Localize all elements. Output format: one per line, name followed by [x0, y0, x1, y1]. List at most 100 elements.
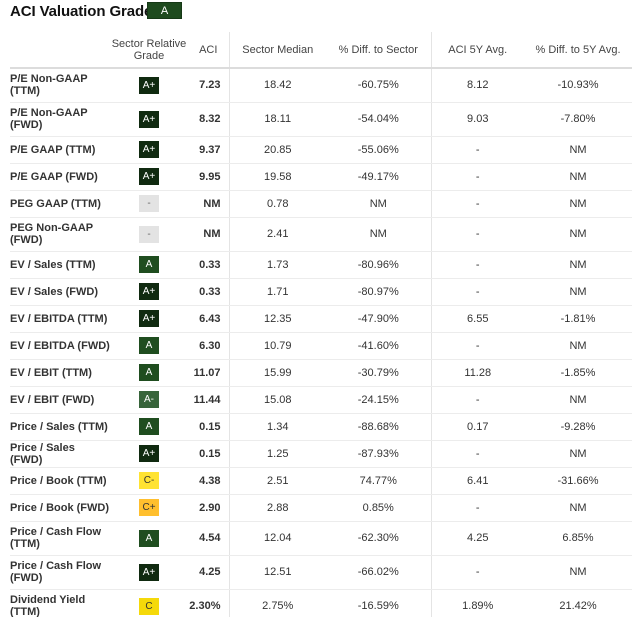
grade-cell: C — [110, 589, 188, 617]
column-header-diff-to-5y-avg: % Diff. to 5Y Avg. — [524, 32, 632, 69]
sector-median-value: 2.51 — [229, 467, 326, 495]
metric-name: P/E GAAP (TTM) — [10, 136, 110, 164]
diff-to-sector-value: -88.68% — [326, 413, 432, 441]
diff-to-5y-avg-value: NM — [524, 251, 632, 279]
five-year-avg-value: 9.03 — [431, 102, 524, 137]
sector-median-value: 18.42 — [229, 68, 326, 103]
grade-badge: C- — [139, 472, 159, 489]
metric-name: PEG GAAP (TTM) — [10, 190, 110, 218]
metric-name: EV / EBIT (TTM) — [10, 359, 110, 387]
grade-cell: A+ — [110, 163, 188, 191]
diff-to-5y-avg-value: NM — [524, 440, 632, 468]
table-row: Price / Sales (TTM) A 0.15 1.34 -88.68% 0.17-… — [10, 413, 632, 441]
diff-to-5y-avg-value: 6.85% — [524, 521, 632, 556]
aci-value: 9.37 — [188, 136, 230, 164]
grade-badge: A — [139, 256, 159, 273]
five-year-avg-value: - — [431, 190, 524, 218]
table-row: P/E GAAP (TTM) A+ 9.37 20.85 -55.06% - NM — [10, 136, 632, 164]
grade-badge: A — [139, 364, 159, 381]
metric-name: Price / Sales (TTM) — [10, 413, 110, 441]
diff-to-sector-value: -30.79% — [326, 359, 432, 387]
table-body: P/E Non-GAAP (TTM) A+ 7.23 18.42 -60.75% 8.12… — [10, 68, 632, 617]
diff-to-sector-value: -49.17% — [326, 163, 432, 191]
metric-name: P/E GAAP (FWD) — [10, 163, 110, 191]
diff-to-5y-avg-value: NM — [524, 494, 632, 522]
table-row: EV / Sales (FWD) A+ 0.33 1.71 -80.97% - NM — [10, 278, 632, 306]
grade-badge: A — [139, 418, 159, 435]
five-year-avg-value: - — [431, 494, 524, 522]
table-row: Dividend Yield (TTM) C 2.30% 2.75% -16.59% 1.… — [10, 589, 632, 617]
grade-badge: A — [139, 337, 159, 354]
five-year-avg-value: - — [431, 217, 524, 252]
grade-badge: - — [139, 195, 159, 212]
five-year-avg-value: 8.12 — [431, 68, 524, 103]
five-year-avg-value: - — [431, 251, 524, 279]
grade-cell: - — [110, 217, 188, 252]
grade-badge: C+ — [139, 499, 159, 516]
sector-median-value: 2.88 — [229, 494, 326, 522]
diff-to-sector-value: -80.96% — [326, 251, 432, 279]
diff-to-sector-value: -24.15% — [326, 386, 432, 414]
grade-cell: A+ — [110, 305, 188, 333]
five-year-avg-value: - — [431, 386, 524, 414]
aci-value: 7.23 — [188, 68, 230, 103]
diff-to-5y-avg-value: NM — [524, 190, 632, 218]
table-row: EV / Sales (TTM) A 0.33 1.73 -80.96% - NM — [10, 251, 632, 279]
grade-cell: A+ — [110, 136, 188, 164]
column-header-aci: ACI — [188, 32, 230, 69]
grade-badge: - — [139, 225, 159, 243]
grade-cell: A — [110, 413, 188, 441]
metric-name: P/E Non-GAAP (FWD) — [10, 102, 110, 137]
metric-name: EV / Sales (TTM) — [10, 251, 110, 279]
table-row: Price / Book (TTM) C- 4.38 2.51 74.77% 6.41 -3… — [10, 467, 632, 495]
table-row: Price / Cash Flow (TTM) A 4.54 12.04 -62.30%… — [10, 521, 632, 556]
five-year-avg-value: - — [431, 555, 524, 590]
aci-value: 0.33 — [188, 278, 230, 306]
five-year-avg-value: 4.25 — [431, 521, 524, 556]
aci-value: 6.43 — [188, 305, 230, 333]
diff-to-5y-avg-value: -7.80% — [524, 102, 632, 137]
aci-value: 0.33 — [188, 251, 230, 279]
grade-cell: A+ — [110, 440, 188, 468]
sector-median-value: 12.04 — [229, 521, 326, 556]
table-row: EV / EBITDA (FWD) A 6.30 10.79 -41.60% - NM — [10, 332, 632, 360]
table-row: EV / EBIT (FWD) A- 11.44 15.08 -24.15% - NM — [10, 386, 632, 414]
diff-to-5y-avg-value: NM — [524, 555, 632, 590]
metric-name: Price / Cash Flow (TTM) — [10, 521, 110, 556]
table-row: PEG Non-GAAP (FWD) - NM 2.41 NM - NM — [10, 217, 632, 252]
grade-cell: A+ — [110, 68, 188, 103]
aci-value: 2.90 — [188, 494, 230, 522]
aci-value: 0.15 — [188, 440, 230, 468]
grade-cell: A — [110, 359, 188, 387]
sector-median-value: 18.11 — [229, 102, 326, 137]
diff-to-sector-value: -54.04% — [326, 102, 432, 137]
column-header-5y-avg: ACI 5Y Avg. — [431, 32, 524, 69]
grade-badge: A+ — [139, 168, 159, 185]
sector-median-value: 15.99 — [229, 359, 326, 387]
table-row: PEG GAAP (TTM) - NM 0.78 NM - NM — [10, 190, 632, 218]
metric-name: EV / Sales (FWD) — [10, 278, 110, 306]
five-year-avg-value: 6.41 — [431, 467, 524, 495]
page-title: ACI Valuation Grade — [10, 2, 153, 20]
grade-badge: A+ — [139, 141, 159, 158]
five-year-avg-value: 6.55 — [431, 305, 524, 333]
diff-to-sector-value: NM — [326, 190, 432, 218]
diff-to-5y-avg-value: NM — [524, 217, 632, 252]
five-year-avg-value: 11.28 — [431, 359, 524, 387]
grade-badge: C — [139, 597, 159, 615]
five-year-avg-value: - — [431, 163, 524, 191]
sector-median-value: 1.34 — [229, 413, 326, 441]
grade-cell: A- — [110, 386, 188, 414]
grade-badge: A — [139, 529, 159, 547]
grade-cell: A+ — [110, 102, 188, 137]
metric-name: Dividend Yield (TTM) — [10, 589, 110, 617]
diff-to-5y-avg-value: -31.66% — [524, 467, 632, 495]
aci-value: 11.07 — [188, 359, 230, 387]
diff-to-sector-value: -66.02% — [326, 555, 432, 590]
metric-name: Price / Sales (FWD) — [10, 440, 110, 468]
header: ACI Valuation Grade — [10, 0, 152, 22]
table-row: P/E Non-GAAP (FWD) A+ 8.32 18.11 -54.04% 9.03… — [10, 102, 632, 137]
diff-to-sector-value: NM — [326, 217, 432, 252]
diff-to-sector-value: 0.85% — [326, 494, 432, 522]
metric-name: EV / EBITDA (TTM) — [10, 305, 110, 333]
